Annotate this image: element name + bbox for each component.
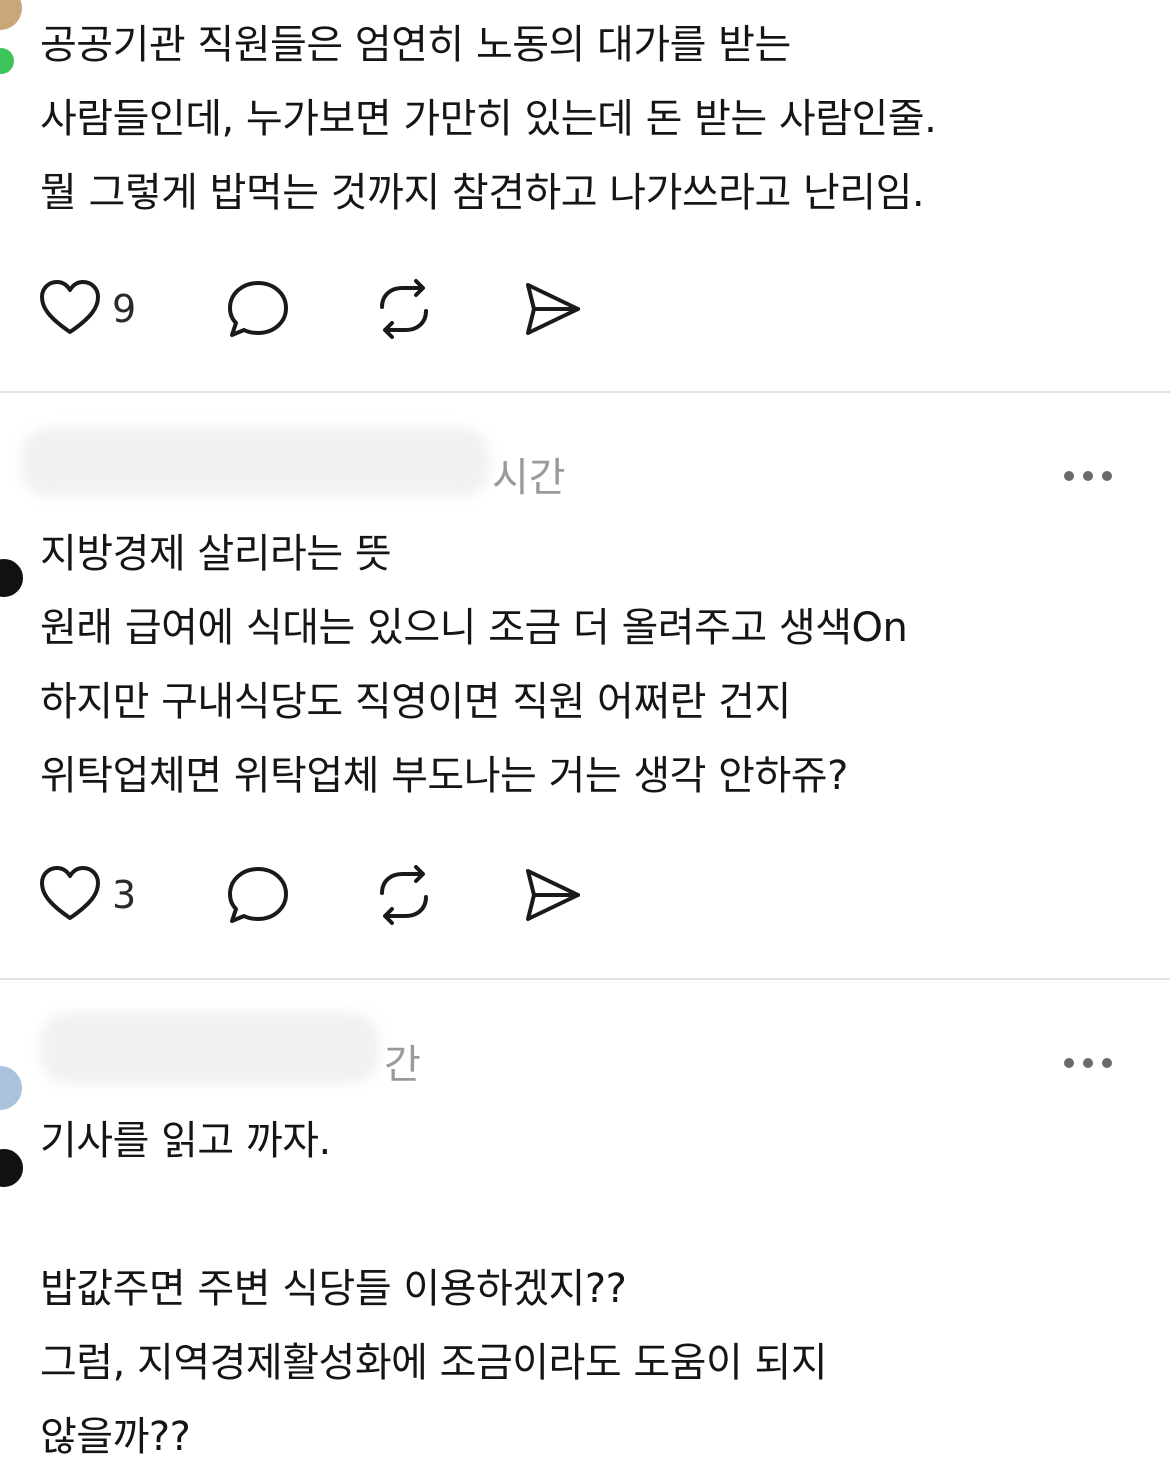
like-count: 3: [112, 873, 137, 917]
post-text: 공공기관 직원들은 엄연히 노동의 대가를 받는 사람들인데, 누가보면 가만히…: [40, 22, 937, 216]
like-button[interactable]: 3: [38, 863, 136, 927]
post-header: 간: [0, 1012, 1170, 1094]
online-badge: [0, 48, 14, 74]
repost-icon: [380, 279, 428, 339]
avatar[interactable]: [0, 0, 22, 30]
repost-button[interactable]: [372, 863, 436, 927]
like-count: 9: [112, 287, 137, 331]
post-time: 시간: [492, 455, 566, 501]
post-actions: 3: [38, 863, 638, 927]
comment-bubble-icon: [228, 281, 288, 337]
more-dots-icon: [1064, 471, 1074, 481]
repost-button[interactable]: [372, 277, 436, 341]
send-icon: [526, 283, 580, 335]
author-name[interactable]: [20, 427, 490, 497]
reply-button[interactable]: [226, 277, 290, 341]
post-time: 간: [384, 1042, 421, 1088]
post-3: 간 기사를 읽고 까자. 밥값주면 주변 식당들 이용하겠지?? 그럼, 지역경…: [0, 980, 1170, 1473]
post-2: 시간 지방경제 살리라는 뜻 원래 급여에 식대는 있으니 조금 더 올려주고 …: [0, 393, 1170, 978]
post-1: 공공기관 직원들은 엄연히 노동의 대가를 받는 사람들인데, 누가보면 가만히…: [0, 0, 1170, 392]
post-header: 시간: [0, 427, 1170, 507]
thread-feed: 공공기관 직원들은 엄연히 노동의 대가를 받는 사람들인데, 누가보면 가만히…: [0, 0, 1170, 1473]
more-dots-icon: [1064, 1058, 1074, 1068]
heart-icon: [40, 280, 100, 334]
follow-badge[interactable]: [0, 1146, 26, 1190]
author-name[interactable]: [40, 1012, 380, 1084]
comment-bubble-icon: [228, 867, 288, 923]
share-button[interactable]: [520, 863, 584, 927]
reply-button[interactable]: [226, 863, 290, 927]
post-text: 기사를 읽고 까자. 밥값주면 주변 식당들 이용하겠지?? 그럼, 지역경제활…: [40, 1118, 828, 1460]
send-icon: [526, 869, 580, 921]
post-text: 지방경제 살리라는 뜻 원래 급여에 식대는 있으니 조금 더 올려주고 생색O…: [40, 531, 908, 799]
more-button[interactable]: [1064, 471, 1112, 481]
post-actions: 9: [38, 277, 638, 341]
follow-badge[interactable]: [0, 556, 26, 600]
like-button[interactable]: 9: [38, 277, 136, 341]
repost-icon: [380, 865, 428, 925]
share-button[interactable]: [520, 277, 584, 341]
heart-icon: [40, 866, 100, 920]
more-button[interactable]: [1064, 1058, 1112, 1068]
